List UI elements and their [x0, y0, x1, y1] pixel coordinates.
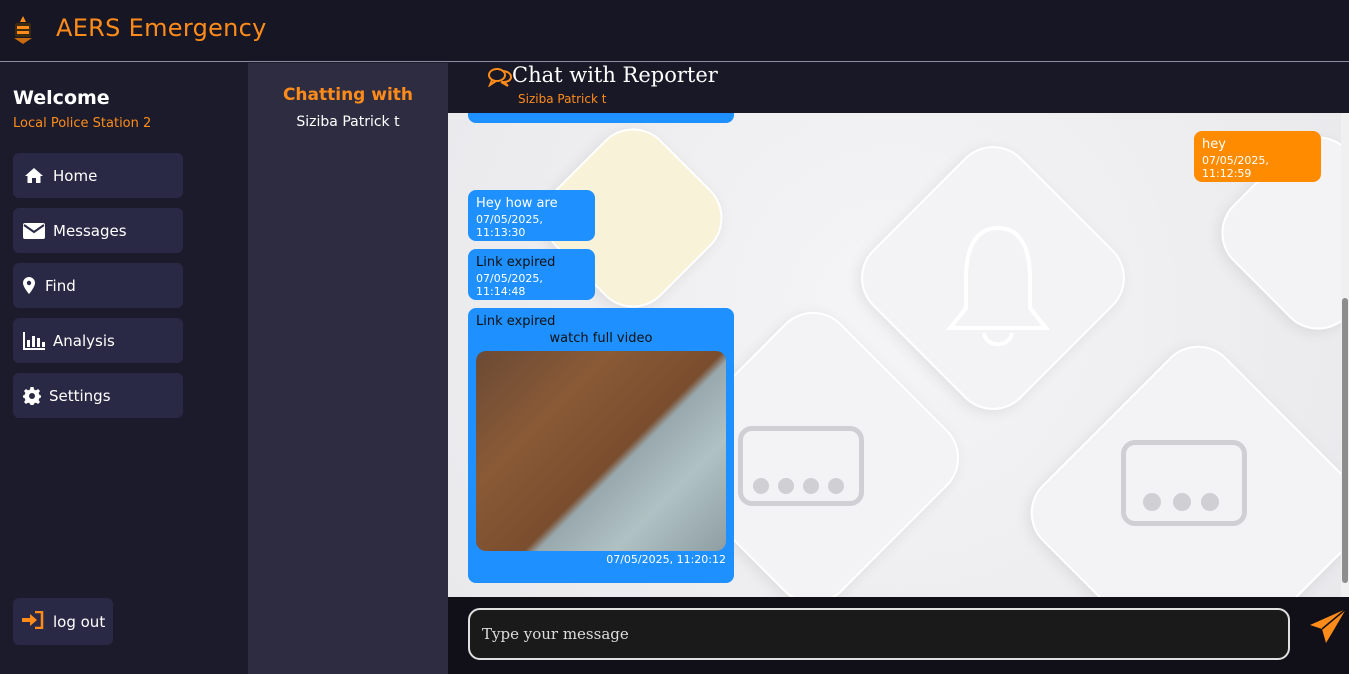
gear-icon — [23, 386, 41, 405]
welcome-heading: Welcome — [13, 87, 110, 109]
message-timestamp: 07/05/2025, 11:12:59 — [1202, 154, 1269, 180]
message-bubble-incoming: Link expired 07/05/2025, 11:14:48 — [468, 249, 595, 300]
message-text: Link expired — [476, 255, 556, 270]
dot-decoration — [828, 478, 844, 494]
sidebar-item-label: Find — [45, 276, 76, 295]
comments-icon — [487, 67, 513, 91]
dot-decoration — [1201, 493, 1219, 511]
logout-label: log out — [53, 612, 106, 631]
message-text: Hey how are — [476, 196, 558, 211]
sidebar-item-label: Messages — [53, 221, 127, 240]
sidebar-item-label: Home — [53, 166, 98, 185]
contact-name[interactable]: Siziba Patrick t — [248, 114, 448, 130]
home-icon — [23, 167, 45, 185]
sidebar-item-home[interactable]: Home — [13, 153, 183, 198]
aers-logo-icon — [12, 16, 34, 44]
message-input[interactable] — [468, 608, 1290, 660]
map-pin-icon — [23, 277, 35, 295]
message-text: hey — [1202, 137, 1226, 152]
contacts-panel: Chatting with Siziba Patrick t — [248, 63, 448, 674]
chat-subtitle: Siziba Patrick t — [518, 92, 607, 106]
chat-scrollbar[interactable] — [1341, 113, 1349, 597]
sidebar-item-find[interactable]: Find — [13, 263, 183, 308]
chat-bubble-decoration — [738, 426, 864, 506]
chat-messages-area[interactable]: hey 07/05/2025, 11:12:59 Hey how are 07/… — [448, 113, 1341, 597]
bell-icon — [938, 218, 1058, 357]
message-bubble-outgoing: hey 07/05/2025, 11:12:59 — [1194, 131, 1321, 182]
message-text: Link expired — [476, 314, 556, 329]
message-input-bar — [448, 597, 1349, 674]
app-title: AERS Emergency — [56, 14, 267, 42]
message-timestamp: 07/05/2025, 11:14:48 — [476, 272, 543, 298]
chat-bubble-decoration — [1121, 440, 1247, 526]
logout-button[interactable]: log out — [13, 598, 113, 645]
message-timestamp: 07/05/2025, 11:20:12 — [606, 553, 726, 566]
message-bubble-incoming: Hey how are 07/05/2025, 11:13:30 — [468, 190, 595, 241]
dot-decoration — [778, 478, 794, 494]
dot-decoration — [1173, 493, 1191, 511]
watch-full-video-link[interactable]: watch full video — [476, 331, 726, 346]
bar-chart-icon — [23, 331, 45, 350]
sign-out-icon — [22, 610, 44, 633]
message-bubble-video: Link expired watch full video 07/05/2025… — [468, 308, 734, 583]
sidebar: Welcome Local Police Station 2 Home Mess… — [0, 63, 248, 674]
sidebar-item-label: Analysis — [53, 331, 115, 350]
message-bubble-partial — [468, 113, 734, 123]
video-thumbnail[interactable] — [476, 351, 726, 551]
sidebar-item-messages[interactable]: Messages — [13, 208, 183, 253]
envelope-icon — [23, 222, 45, 240]
station-name: Local Police Station 2 — [13, 116, 152, 131]
send-icon[interactable] — [1308, 607, 1348, 647]
scrollbar-thumb[interactable] — [1342, 298, 1348, 583]
message-timestamp: 07/05/2025, 11:13:30 — [476, 213, 543, 239]
chatting-with-heading: Chatting with — [282, 85, 414, 105]
chat-header: Chat with Reporter Siziba Patrick t — [448, 63, 1349, 113]
sidebar-item-analysis[interactable]: Analysis — [13, 318, 183, 363]
dot-decoration — [753, 478, 769, 494]
sidebar-item-label: Settings — [49, 386, 111, 405]
dot-decoration — [1143, 493, 1161, 511]
chat-title: Chat with Reporter — [512, 63, 718, 87]
dot-decoration — [803, 478, 819, 494]
top-bar: AERS Emergency — [0, 0, 1349, 62]
sidebar-item-settings[interactable]: Settings — [13, 373, 183, 418]
